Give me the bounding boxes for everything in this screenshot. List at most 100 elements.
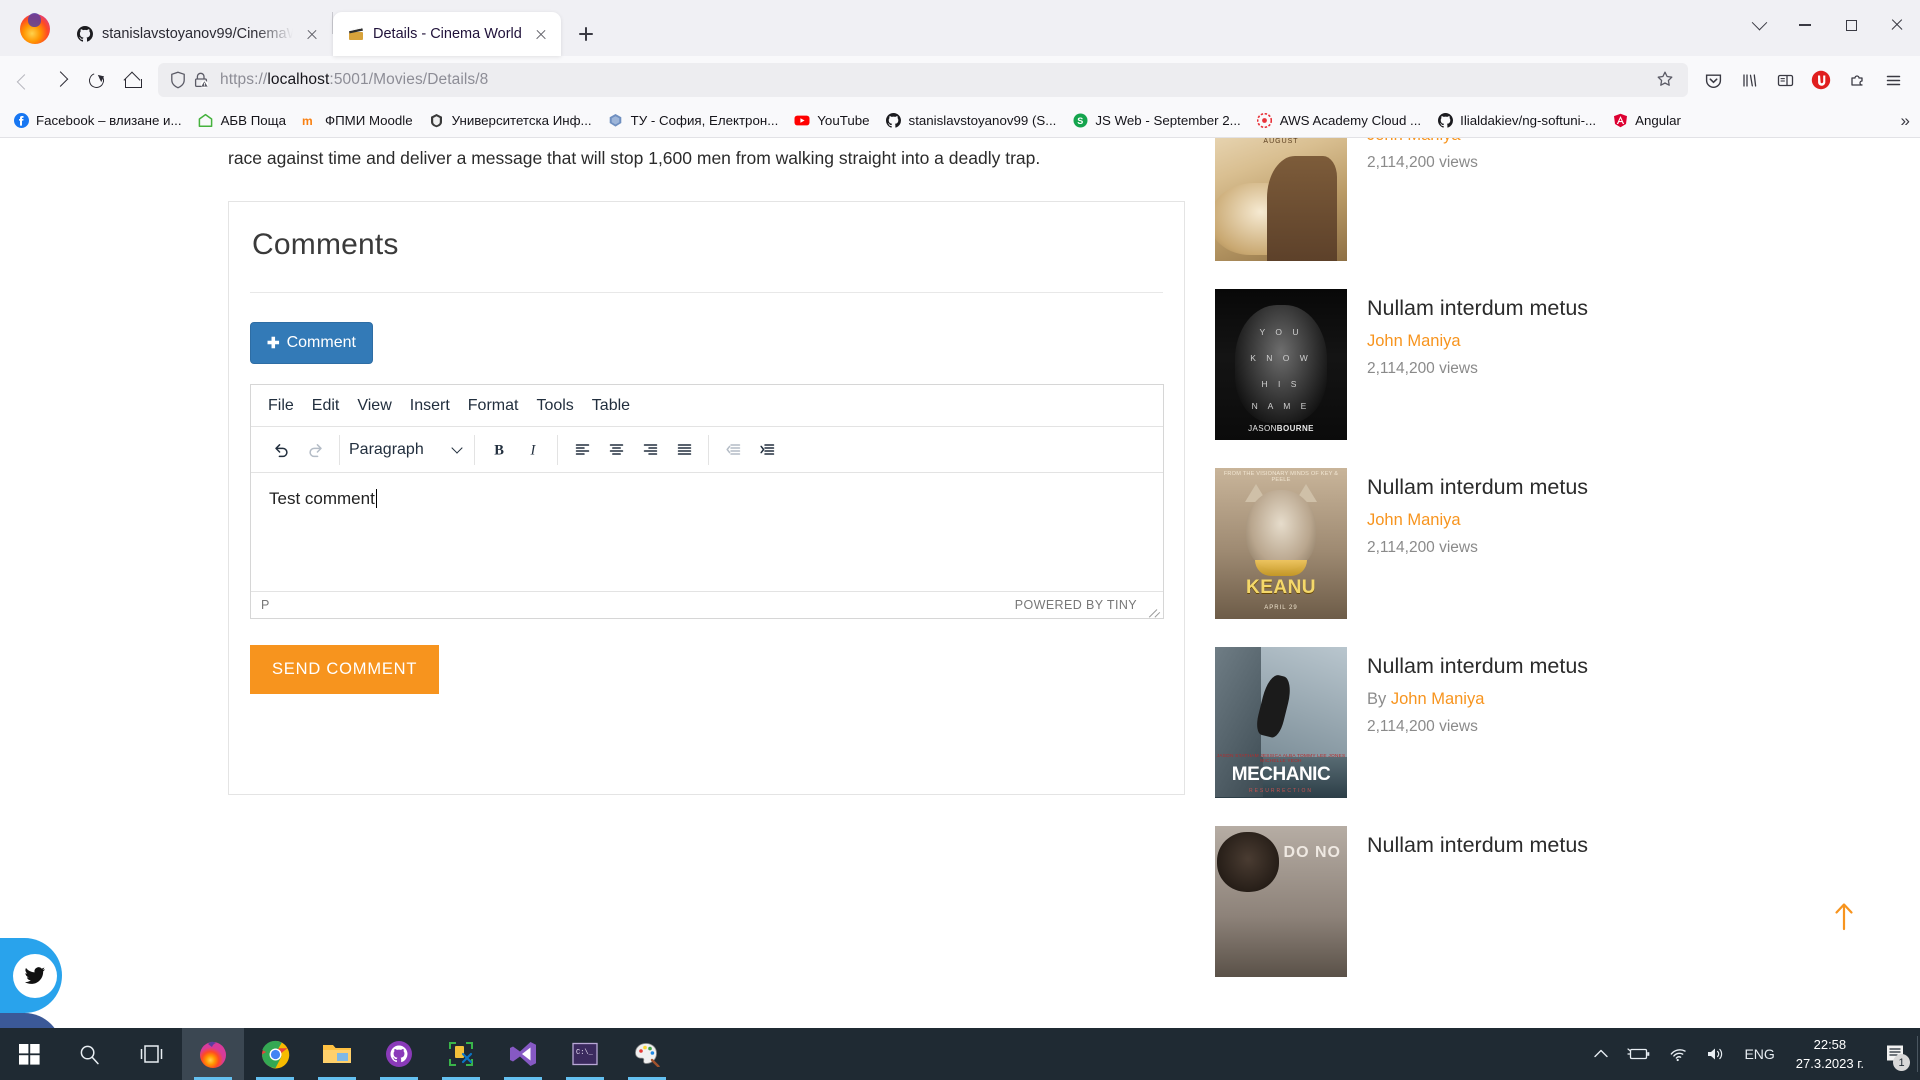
scroll-to-top-button[interactable] <box>1824 896 1864 936</box>
bookmark-js-web[interactable]: S JS Web - September 2... <box>1065 110 1247 132</box>
bookmark-university[interactable]: Университетска Инф... <box>422 110 599 132</box>
maximize-icon[interactable] <box>1828 0 1874 50</box>
forward-button[interactable] <box>42 63 78 97</box>
library-icon[interactable] <box>1732 63 1766 97</box>
extensions-icon[interactable] <box>1840 63 1874 97</box>
list-all-tabs-icon[interactable] <box>1736 0 1782 50</box>
lock-warning-icon[interactable] <box>192 71 210 89</box>
menu-table[interactable]: Table <box>583 393 639 419</box>
format-select[interactable]: Paragraph <box>347 435 467 465</box>
jason-bourne-poster[interactable]: Y O U K N O W H I S N A M E JASONBOURNE <box>1215 289 1347 440</box>
app-menu-icon[interactable] <box>1876 63 1910 97</box>
undo-icon[interactable] <box>264 433 298 467</box>
align-left-icon[interactable] <box>565 433 599 467</box>
wifi-icon[interactable] <box>1660 1028 1697 1080</box>
tinymce-editor[interactable]: File Edit View Insert Format Tools Table <box>250 384 1164 619</box>
browser-window: stanislavstoyanov99/CinemaWo Details - C… <box>0 0 1920 1080</box>
save-to-pocket-icon[interactable] <box>1696 63 1730 97</box>
keanu-poster[interactable]: FROM THE VISIONARY MINDS OF KEY & PEELE … <box>1215 468 1347 619</box>
chrome-icon[interactable] <box>244 1028 306 1080</box>
bookmark-youtube[interactable]: YouTube <box>787 110 876 132</box>
minimize-icon[interactable] <box>1782 0 1828 50</box>
menu-tools[interactable]: Tools <box>527 393 582 419</box>
menu-insert[interactable]: Insert <box>401 393 459 419</box>
video-author[interactable]: By John Maniya <box>1367 690 1588 709</box>
align-justify-icon[interactable] <box>667 433 701 467</box>
close-icon[interactable] <box>531 24 551 44</box>
adblock-icon[interactable] <box>1804 63 1838 97</box>
bookmark-aws[interactable]: AWS Academy Cloud ... <box>1250 110 1428 132</box>
bookmark-tu-sofia[interactable]: ТУ - София, Електрон... <box>601 110 786 132</box>
new-tab-button[interactable] <box>569 17 603 51</box>
editor-content-area[interactable]: Test comment <box>251 473 1163 591</box>
add-comment-button[interactable]: ✚ Comment <box>250 322 373 364</box>
notifications-icon[interactable]: 1 <box>1876 1028 1916 1080</box>
bookmarks-overflow-icon[interactable]: » <box>1901 112 1910 129</box>
start-icon[interactable] <box>0 1028 58 1080</box>
menu-file[interactable]: File <box>259 393 303 419</box>
element-path: P <box>261 598 270 612</box>
volume-icon[interactable] <box>1697 1028 1735 1080</box>
menu-view[interactable]: View <box>348 393 400 419</box>
list-item[interactable]: JASON STATHAM JESSICA ALBA TOMMY LEE JON… <box>1215 647 1920 798</box>
browser-tab-1[interactable]: Details - Cinema World <box>333 12 561 56</box>
align-center-icon[interactable] <box>599 433 633 467</box>
bookmark-github-ng[interactable]: Ilialdakiev/ng-softuni-... <box>1430 110 1603 132</box>
show-hidden-icons-icon[interactable] <box>1584 1028 1618 1080</box>
bookmark-facebook[interactable]: Facebook – влизане и... <box>6 110 189 132</box>
bookmark-angular[interactable]: Angular <box>1605 110 1688 132</box>
bold-icon[interactable]: B <box>482 433 516 467</box>
indent-icon[interactable] <box>750 433 784 467</box>
list-item[interactable]: FROM THE VISIONARY MINDS OF KEY & PEELE … <box>1215 468 1920 619</box>
divider <box>250 292 1163 293</box>
bookmark-abv[interactable]: АБВ Поща <box>191 110 293 132</box>
list-item[interactable]: BEN-HURIN THEATERS AND IMAX 3D AUGUST Jo… <box>1215 138 1920 261</box>
align-right-icon[interactable] <box>633 433 667 467</box>
back-button[interactable] <box>6 63 42 97</box>
postman-icon[interactable] <box>430 1028 492 1080</box>
notification-badge: 1 <box>1893 1054 1910 1071</box>
mechanic-poster[interactable]: JASON STATHAM JESSICA ALBA TOMMY LEE JON… <box>1215 647 1347 798</box>
ben-hur-poster[interactable]: BEN-HURIN THEATERS AND IMAX 3D AUGUST <box>1215 138 1347 261</box>
outdent-icon[interactable] <box>716 433 750 467</box>
twitter-share-button[interactable] <box>0 938 62 1013</box>
bookmark-star-icon[interactable] <box>1656 70 1676 90</box>
task-view-icon[interactable] <box>120 1028 182 1080</box>
italic-icon[interactable]: I <box>516 433 550 467</box>
firefox-icon[interactable] <box>182 1028 244 1080</box>
address-bar[interactable]: https://localhost:5001/Movies/Details/8 <box>158 63 1688 97</box>
file-explorer-icon[interactable] <box>306 1028 368 1080</box>
visual-studio-icon[interactable] <box>492 1028 554 1080</box>
bookmark-moodle[interactable]: m ФПМИ Moodle <box>295 110 420 132</box>
do-not-resist-poster[interactable]: DO NO <box>1215 826 1347 977</box>
send-comment-button[interactable]: SEND COMMENT <box>250 645 440 694</box>
menu-format[interactable]: Format <box>459 393 528 419</box>
video-author[interactable]: John Maniya <box>1367 138 1478 145</box>
list-item[interactable]: DO NO Nullam interdum metus <box>1215 826 1920 977</box>
close-icon[interactable] <box>302 24 322 44</box>
redo-icon[interactable] <box>298 433 332 467</box>
firefox-logo-icon <box>18 12 52 46</box>
video-author[interactable]: John Maniya <box>1367 511 1588 530</box>
clock[interactable]: 22:58 27.3.2023 г. <box>1784 1035 1876 1074</box>
close-window-icon[interactable] <box>1874 0 1920 50</box>
paint-icon[interactable] <box>616 1028 678 1080</box>
show-desktop-divider[interactable] <box>1917 1036 1918 1072</box>
language-indicator[interactable]: ENG <box>1735 1028 1783 1080</box>
list-item[interactable]: Y O U K N O W H I S N A M E JASONBOURNE … <box>1215 289 1920 440</box>
menu-edit[interactable]: Edit <box>303 393 349 419</box>
battery-icon[interactable] <box>1618 1028 1660 1080</box>
reload-button[interactable] <box>78 63 114 97</box>
shield-icon[interactable] <box>170 71 186 89</box>
page-content: race against time and deliver a message … <box>0 138 1920 1048</box>
search-icon[interactable] <box>58 1028 120 1080</box>
sidebar-icon[interactable] <box>1768 63 1802 97</box>
resize-handle[interactable] <box>1145 599 1157 611</box>
editor-text: Test comment <box>269 489 375 508</box>
bookmark-github-user[interactable]: stanislavstoyanov99 (S... <box>879 110 1064 132</box>
video-author[interactable]: John Maniya <box>1367 332 1588 351</box>
github-desktop-icon[interactable] <box>368 1028 430 1080</box>
home-button[interactable] <box>114 63 150 97</box>
browser-tab-0[interactable]: stanislavstoyanov99/CinemaWo <box>62 12 332 56</box>
command-prompt-icon[interactable]: C:\_ <box>554 1028 616 1080</box>
